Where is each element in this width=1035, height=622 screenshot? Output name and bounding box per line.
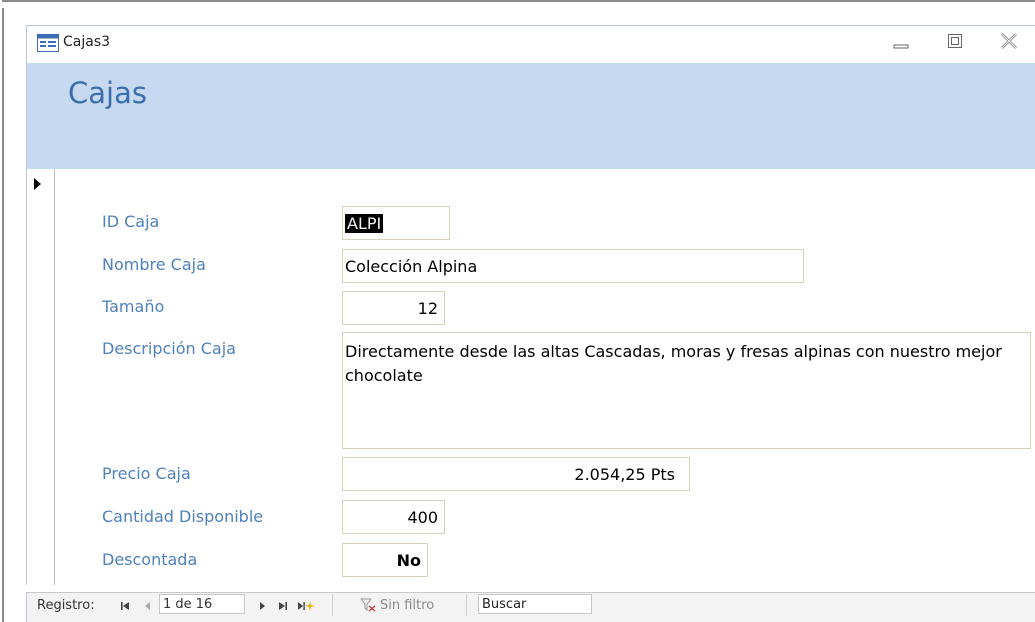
restore-button[interactable] [940,30,970,56]
form-icon [37,34,59,52]
descontada-field[interactable]: No [342,543,428,577]
window-titlebar[interactable] [26,25,1035,63]
nav-separator-2 [466,594,467,616]
next-record-button[interactable] [256,598,270,612]
new-record-button[interactable] [297,598,315,612]
minimize-icon [893,34,909,53]
record-selector[interactable] [26,169,55,585]
last-record-icon [278,596,288,615]
id-caja-field[interactable]: ALPI [342,206,450,240]
close-button[interactable] [994,30,1024,56]
cantidad-disponible-field[interactable]: 400 [342,500,445,534]
precio-caja-field[interactable]: 2.054,25 Pts [342,457,690,491]
cantidad-disponible-label: Cantidad Disponible [102,507,264,526]
previous-record-button[interactable] [140,598,154,612]
record-selector-arrow-icon [34,178,41,190]
new-record-icon [297,596,315,615]
tamano-field[interactable]: 12 [342,291,445,325]
nombre-caja-field[interactable]: Colección Alpina [342,249,804,283]
next-record-icon [259,596,267,615]
window-title: Cajas3 [63,34,111,50]
filter-status-button[interactable]: Sin filtro [380,598,434,613]
descontada-label: Descontada [102,550,198,569]
previous-record-icon [143,596,151,615]
last-record-button[interactable] [276,598,290,612]
form-header-title: Cajas [68,76,147,110]
precio-caja-label: Precio Caja [102,464,191,483]
restore-icon [947,33,963,53]
minimize-button[interactable] [886,30,916,56]
first-record-icon [120,596,130,615]
descripcion-caja-field[interactable]: Directamente desde las altas Cascadas, m… [342,332,1031,449]
form-header [26,63,1035,169]
registro-label: Registro: [37,598,95,613]
tamano-label: Tamaño [102,297,165,316]
app-frame-left-border [2,0,4,622]
search-input[interactable]: Buscar [478,594,592,614]
filter-icon [359,597,376,612]
descripcion-caja-label: Descripción Caja [102,339,236,358]
id-caja-value: ALPI [345,214,384,233]
close-icon [1000,32,1018,54]
nav-separator [332,594,333,616]
record-position-input[interactable]: 1 de 16 [159,594,245,614]
app-frame-top-border [2,0,1035,2]
id-caja-label: ID Caja [102,212,160,231]
nombre-caja-label: Nombre Caja [102,255,206,274]
first-record-button[interactable] [118,598,132,612]
